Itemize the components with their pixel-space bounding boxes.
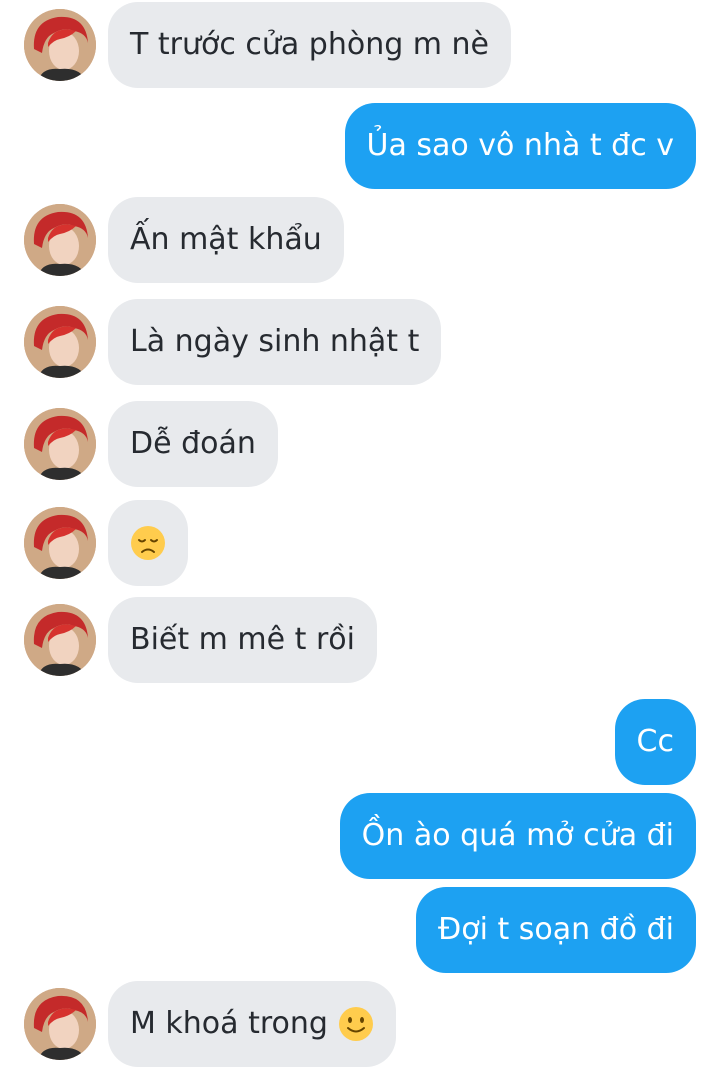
message-bubble-outgoing[interactable]: Ủa sao vô nhà t đc v	[344, 103, 696, 189]
profile-photo-icon	[24, 306, 96, 378]
message-row: T trước cửa phòng m nè	[0, 2, 720, 88]
profile-photo-icon	[24, 408, 96, 480]
profile-photo-icon	[24, 9, 96, 81]
message-bubble-outgoing[interactable]: Ồn ào quá mở cửa đi	[339, 793, 696, 879]
message-text: Đợi t soạn đồ đi	[437, 912, 674, 947]
message-bubble-outgoing[interactable]: Đợi t soạn đồ đi	[415, 887, 696, 973]
avatar[interactable]	[24, 604, 96, 676]
chat-thread: T trước cửa phòng m nè Ủa sao vô nhà t đ…	[0, 0, 720, 1077]
message-bubble-incoming[interactable]: M khoá trong	[108, 981, 396, 1067]
message-bubble-incoming[interactable]: Ấn mật khẩu	[108, 197, 344, 283]
message-text: M khoá trong	[130, 1006, 328, 1041]
message-row: Dễ đoán	[0, 401, 720, 487]
message-row: Ấn mật khẩu	[0, 197, 720, 283]
avatar[interactable]	[24, 408, 96, 480]
message-row: M khoá trong	[0, 981, 720, 1067]
profile-photo-icon	[24, 204, 96, 276]
message-text: Ủa sao vô nhà t đc v	[366, 128, 675, 163]
message-text: Biết m mê t rồi	[130, 622, 355, 657]
avatar[interactable]	[24, 9, 96, 81]
message-text: Là ngày sinh nhật t	[130, 324, 420, 359]
message-row: Ồn ào quá mở cửa đi	[0, 793, 720, 879]
message-bubble-incoming[interactable]: T trước cửa phòng m nè	[108, 2, 512, 88]
message-bubble-incoming[interactable]	[108, 500, 188, 586]
message-text: Cc	[636, 724, 674, 759]
profile-photo-icon	[24, 988, 96, 1060]
message-row: Là ngày sinh nhật t	[0, 299, 720, 385]
disappointed-face-emoji-icon	[131, 526, 165, 560]
message-row: Cc	[0, 699, 720, 785]
message-text: Ồn ào quá mở cửa đi	[361, 818, 674, 853]
profile-photo-icon	[24, 604, 96, 676]
slightly-smiling-face-emoji-icon	[338, 1007, 373, 1041]
message-bubble-outgoing[interactable]: Cc	[614, 699, 696, 785]
message-text: Ấn mật khẩu	[130, 222, 322, 257]
avatar[interactable]	[24, 988, 96, 1060]
message-text: Dễ đoán	[130, 426, 256, 461]
message-row	[0, 500, 720, 586]
message-row: Biết m mê t rồi	[0, 597, 720, 683]
message-row: Đợi t soạn đồ đi	[0, 887, 720, 973]
message-bubble-incoming[interactable]: Dễ đoán	[108, 401, 278, 487]
message-bubble-incoming[interactable]: Là ngày sinh nhật t	[108, 299, 442, 385]
message-row: Ủa sao vô nhà t đc v	[0, 103, 720, 189]
message-bubble-incoming[interactable]: Biết m mê t rồi	[108, 597, 377, 683]
message-text: T trước cửa phòng m nè	[130, 27, 490, 62]
avatar[interactable]	[24, 204, 96, 276]
avatar[interactable]	[24, 306, 96, 378]
avatar[interactable]	[24, 507, 96, 579]
profile-photo-icon	[24, 507, 96, 579]
